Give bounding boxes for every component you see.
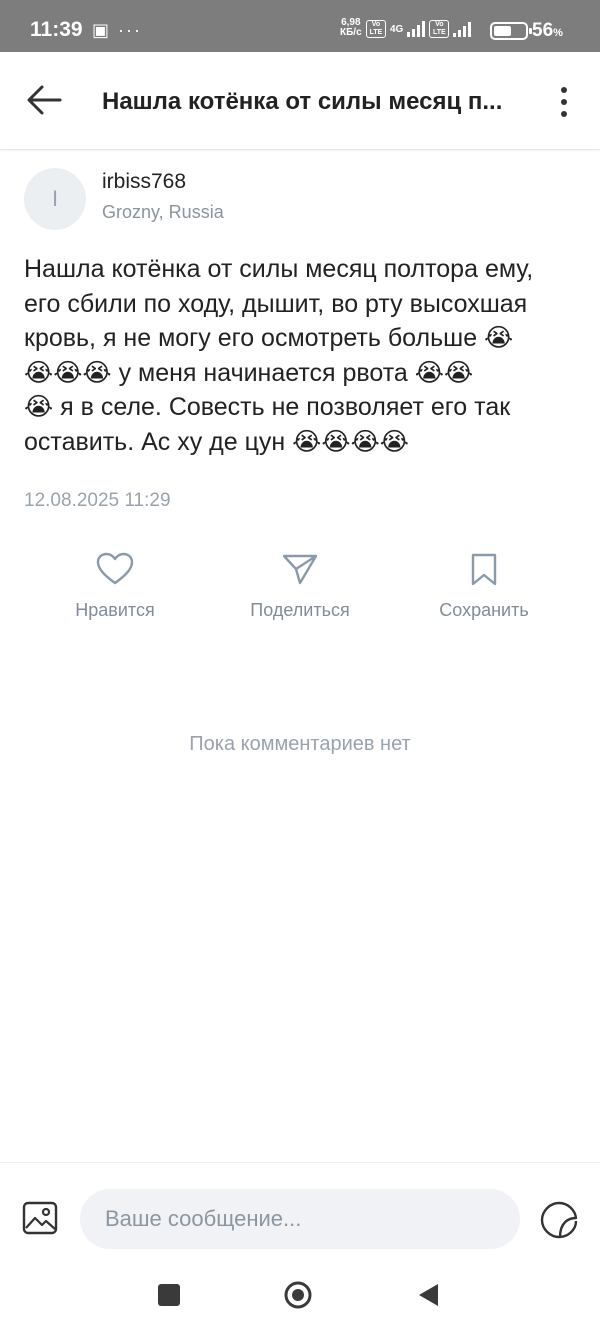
back-button[interactable] bbox=[24, 82, 64, 118]
notification-icons: ▣ ··· bbox=[92, 20, 142, 40]
post-line: 😭 я в селе. Совесть не позволяет его так bbox=[24, 393, 511, 421]
home-circle-icon bbox=[284, 1281, 312, 1309]
signal-icons: Vo LTE 4G Vo LTE bbox=[366, 20, 472, 38]
volte-icon-2: Vo LTE bbox=[429, 20, 450, 38]
heart-icon bbox=[96, 552, 134, 585]
network-type: 4G bbox=[390, 23, 404, 35]
attach-image-button[interactable] bbox=[22, 1201, 58, 1235]
status-bar: 11:39 ▣ ··· 6,98 КБ/с Vo LTE 4G Vo LTE 5… bbox=[0, 0, 600, 52]
share-label: Поделиться bbox=[250, 600, 350, 620]
volte-icon: Vo LTE bbox=[366, 20, 386, 38]
battery-icon bbox=[490, 22, 532, 40]
triangle-back-icon bbox=[419, 1284, 438, 1306]
page-title: Нашла котёнка от силы месяц п... bbox=[102, 88, 503, 115]
network-speed: 6,98 КБ/с bbox=[340, 17, 362, 38]
avatar[interactable]: I bbox=[24, 168, 86, 230]
recent-apps-button[interactable] bbox=[158, 1284, 180, 1306]
sticker-button[interactable] bbox=[540, 1201, 578, 1239]
author-name[interactable]: irbiss768 bbox=[102, 170, 186, 194]
save-button[interactable]: Сохранить bbox=[404, 548, 564, 638]
home-button[interactable] bbox=[284, 1281, 312, 1309]
more-options-button[interactable] bbox=[550, 82, 578, 122]
more-vertical-icon bbox=[561, 87, 567, 117]
like-button[interactable]: Нравится bbox=[35, 548, 195, 638]
like-label: Нравится bbox=[75, 600, 155, 620]
image-icon bbox=[22, 1201, 58, 1235]
post-date: 12.08.2025 11:29 bbox=[24, 490, 171, 511]
post-line: его сбили по ходу, дышит, во рту высохша… bbox=[24, 289, 528, 318]
signal-strength-icon bbox=[407, 21, 426, 37]
battery-percent: 56% bbox=[532, 20, 563, 41]
post-line: кровь, я не могу его осмотреть больше 😭 bbox=[24, 324, 514, 352]
bookmark-icon bbox=[471, 553, 497, 586]
share-button[interactable]: Поделиться bbox=[220, 548, 380, 638]
message-composer bbox=[0, 1162, 600, 1272]
sticker-icon bbox=[540, 1201, 578, 1239]
system-nav-bar bbox=[0, 1272, 600, 1332]
author-location: Grozny, Russia bbox=[102, 202, 224, 222]
send-icon bbox=[282, 554, 318, 585]
status-time: 11:39 bbox=[30, 18, 83, 41]
top-app-bar: Нашла котёнка от силы месяц п... bbox=[0, 52, 600, 150]
post-text: Нашла котёнка от силы месяц полтора ему,… bbox=[24, 252, 580, 459]
signal-strength-icon-2 bbox=[453, 21, 472, 37]
empty-comments-text: Пока комментариев нет bbox=[189, 733, 411, 755]
post-line: оставить. Ас ху де цун 😭😭😭😭 bbox=[24, 427, 410, 456]
post-line: 😭😭😭 у меня начинается рвота 😭😭 bbox=[24, 358, 474, 387]
post-line: Нашла котёнка от силы месяц полтора ему, bbox=[24, 255, 534, 283]
arrow-left-icon bbox=[27, 85, 62, 115]
system-back-button[interactable] bbox=[416, 1282, 440, 1308]
message-input[interactable] bbox=[80, 1189, 520, 1249]
save-label: Сохранить bbox=[439, 600, 529, 620]
